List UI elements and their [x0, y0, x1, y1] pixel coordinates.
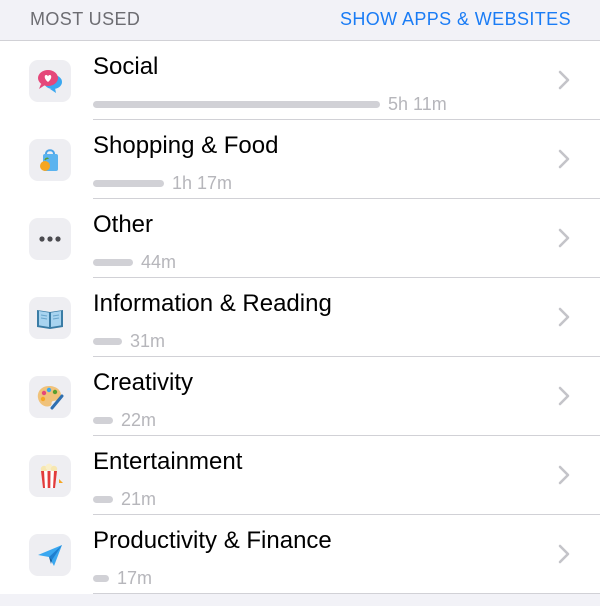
category-name: Other [93, 211, 154, 238]
usage-bar [93, 337, 122, 345]
usage-summary: 1h 17m [93, 172, 233, 193]
usage-time: 31m [130, 330, 166, 351]
row-divider [93, 593, 600, 594]
section-header: MOST USED SHOW APPS & WEBSITES [0, 0, 600, 41]
more-dots-icon [29, 218, 71, 260]
category-row-productivity-finance[interactable]: Productivity & Finance 17m [0, 515, 600, 594]
usage-time: 17m [117, 567, 153, 588]
usage-bar [93, 495, 113, 503]
show-apps-websites-button[interactable]: SHOW APPS & WEBSITES [340, 9, 571, 30]
usage-summary: 17m [93, 567, 153, 588]
category-name: Entertainment [93, 448, 243, 475]
chevron-right-icon [558, 307, 570, 327]
category-name: Social [93, 53, 159, 80]
usage-summary: 22m [93, 409, 157, 430]
category-row-creativity[interactable]: Creativity 22m [0, 357, 600, 436]
open-book-icon [29, 297, 71, 339]
category-list: Social 5h 11m Shopping & Food 1h 17m Oth… [0, 41, 600, 594]
usage-time: 44m [141, 251, 177, 272]
chevron-right-icon [558, 70, 570, 90]
usage-time: 21m [121, 488, 157, 509]
usage-summary: 5h 11m [93, 93, 447, 114]
usage-summary: 44m [93, 251, 177, 272]
chevron-right-icon [558, 544, 570, 564]
category-row-social[interactable]: Social 5h 11m [0, 41, 600, 120]
chevron-right-icon [558, 465, 570, 485]
chevron-right-icon [558, 149, 570, 169]
usage-bar [93, 574, 109, 582]
usage-time: 5h 11m [388, 93, 447, 114]
popcorn-icon [29, 455, 71, 497]
usage-time: 22m [121, 409, 157, 430]
usage-time: 1h 17m [172, 172, 233, 193]
usage-bar [93, 416, 113, 424]
social-speech-bubble-heart-icon [29, 60, 71, 102]
chevron-right-icon [558, 228, 570, 248]
usage-bar [93, 179, 164, 187]
usage-summary: 21m [93, 488, 157, 509]
category-row-entertainment[interactable]: Entertainment 21m [0, 436, 600, 515]
category-row-information-reading[interactable]: Information & Reading 31m [0, 278, 600, 357]
usage-bar [93, 258, 133, 266]
usage-bar [93, 100, 380, 108]
category-name: Information & Reading [93, 290, 332, 317]
category-name: Productivity & Finance [93, 527, 332, 554]
section-title: MOST USED [30, 9, 141, 29]
paper-plane-icon [29, 534, 71, 576]
category-name: Creativity [93, 369, 194, 396]
category-row-other[interactable]: Other 44m [0, 199, 600, 278]
chevron-right-icon [558, 386, 570, 406]
category-name: Shopping & Food [93, 132, 279, 159]
paint-palette-icon [29, 376, 71, 418]
shopping-bag-icon [29, 139, 71, 181]
usage-summary: 31m [93, 330, 166, 351]
category-row-shopping-food[interactable]: Shopping & Food 1h 17m [0, 120, 600, 199]
